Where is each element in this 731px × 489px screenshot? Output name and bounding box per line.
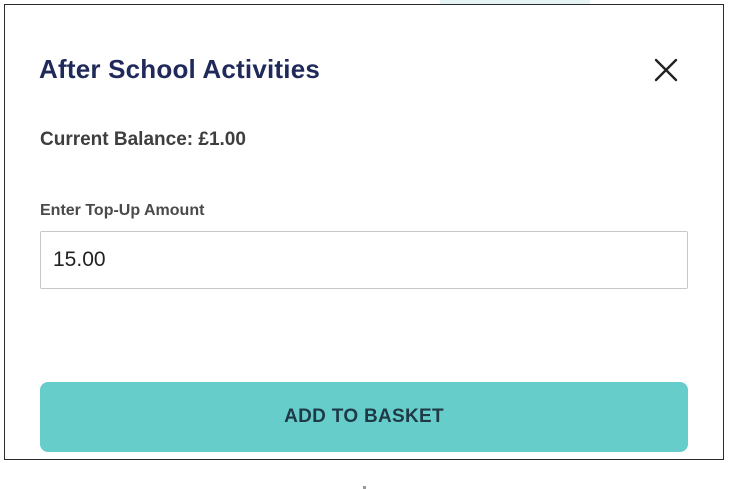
add-to-basket-button[interactable]: ADD TO BASKET (40, 382, 688, 452)
close-button[interactable] (651, 55, 681, 85)
top-up-dialog: After School Activities Current Balance:… (4, 4, 724, 460)
current-balance: Current Balance: £1.00 (40, 129, 246, 150)
topup-amount-label: Enter Top-Up Amount (40, 202, 205, 219)
close-icon (654, 58, 678, 82)
dialog-title: After School Activities (39, 54, 321, 84)
topup-amount-input[interactable] (40, 231, 688, 289)
